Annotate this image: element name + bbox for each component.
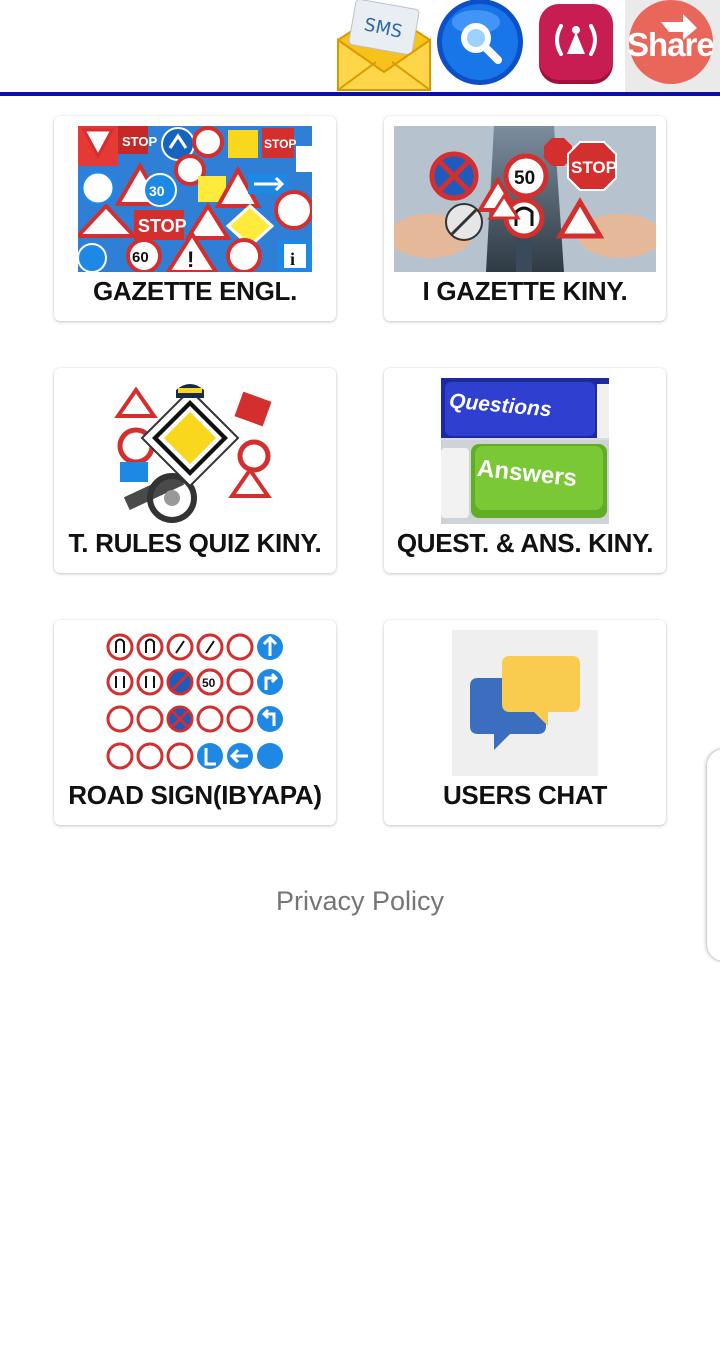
broadcast-button[interactable] [537,0,615,88]
search-icon [437,0,523,85]
speed-30-text: 30 [149,183,165,199]
toolbar-divider [0,92,720,96]
svg-text:50: 50 [202,676,216,690]
svg-text:STOP: STOP [264,137,296,151]
chat-bubbles-icon [452,630,598,776]
top-toolbar: SMS Share [0,0,720,96]
svg-text:STOP: STOP [138,216,187,236]
menu-card-rules-quiz[interactable]: T. RULES QUIZ KINY. [54,368,336,573]
menu-card-quest-ans[interactable]: Questions Answers QUEST. & ANS. KINY. [384,368,666,573]
road-signs-collage-icon: STOP STOP 30 STOP 60 ! i [78,126,312,272]
menu-card-users-chat[interactable]: USERS CHAT [384,620,666,825]
stop-text: STOP [122,134,157,149]
menu-card-label: GAZETTE ENGL. [92,276,298,306]
priority-road-sign-icon [114,376,276,524]
road-sign-grid-icon: 50 [100,630,290,776]
menu-card-label: ROAD SIGN(IBYAPA) [68,780,322,810]
share-label: Share [627,26,715,63]
svg-text:!: ! [187,247,194,272]
edge-panel-handle[interactable] [706,748,720,962]
speed-60-text: 60 [132,249,149,266]
sms-envelope-icon [337,0,431,91]
menu-card-label: I GAZETTE KINY. [422,276,628,306]
share-button[interactable]: Share [625,0,720,92]
menu-card-label: USERS CHAT [442,780,608,810]
menu-card-gazette-engl[interactable]: STOP STOP 30 STOP 60 ! i GAZETTE ENGL. [54,116,336,321]
menu-card-gazette-kiny[interactable]: 50 STOP I GAZETTE KINY. [384,116,666,321]
menu-card-road-sign[interactable]: 50 ROAD SIGN(IBYAPA) [54,620,336,825]
sms-button[interactable]: SMS [336,0,432,92]
stop-sign-text: STOP [571,158,617,177]
privacy-policy-link[interactable]: Privacy Policy [0,886,720,917]
menu-card-label: QUEST. & ANS. KINY. [396,528,654,558]
questions-answers-keyboard-icon: Questions Answers [441,378,609,524]
broadcast-icon [539,4,613,84]
signs-in-hands-icon: 50 STOP [394,126,656,272]
svg-text:i: i [290,249,295,269]
menu-card-label: T. RULES QUIZ KINY. [68,528,322,558]
speed-50-text: 50 [514,168,535,189]
search-button[interactable] [436,0,526,90]
